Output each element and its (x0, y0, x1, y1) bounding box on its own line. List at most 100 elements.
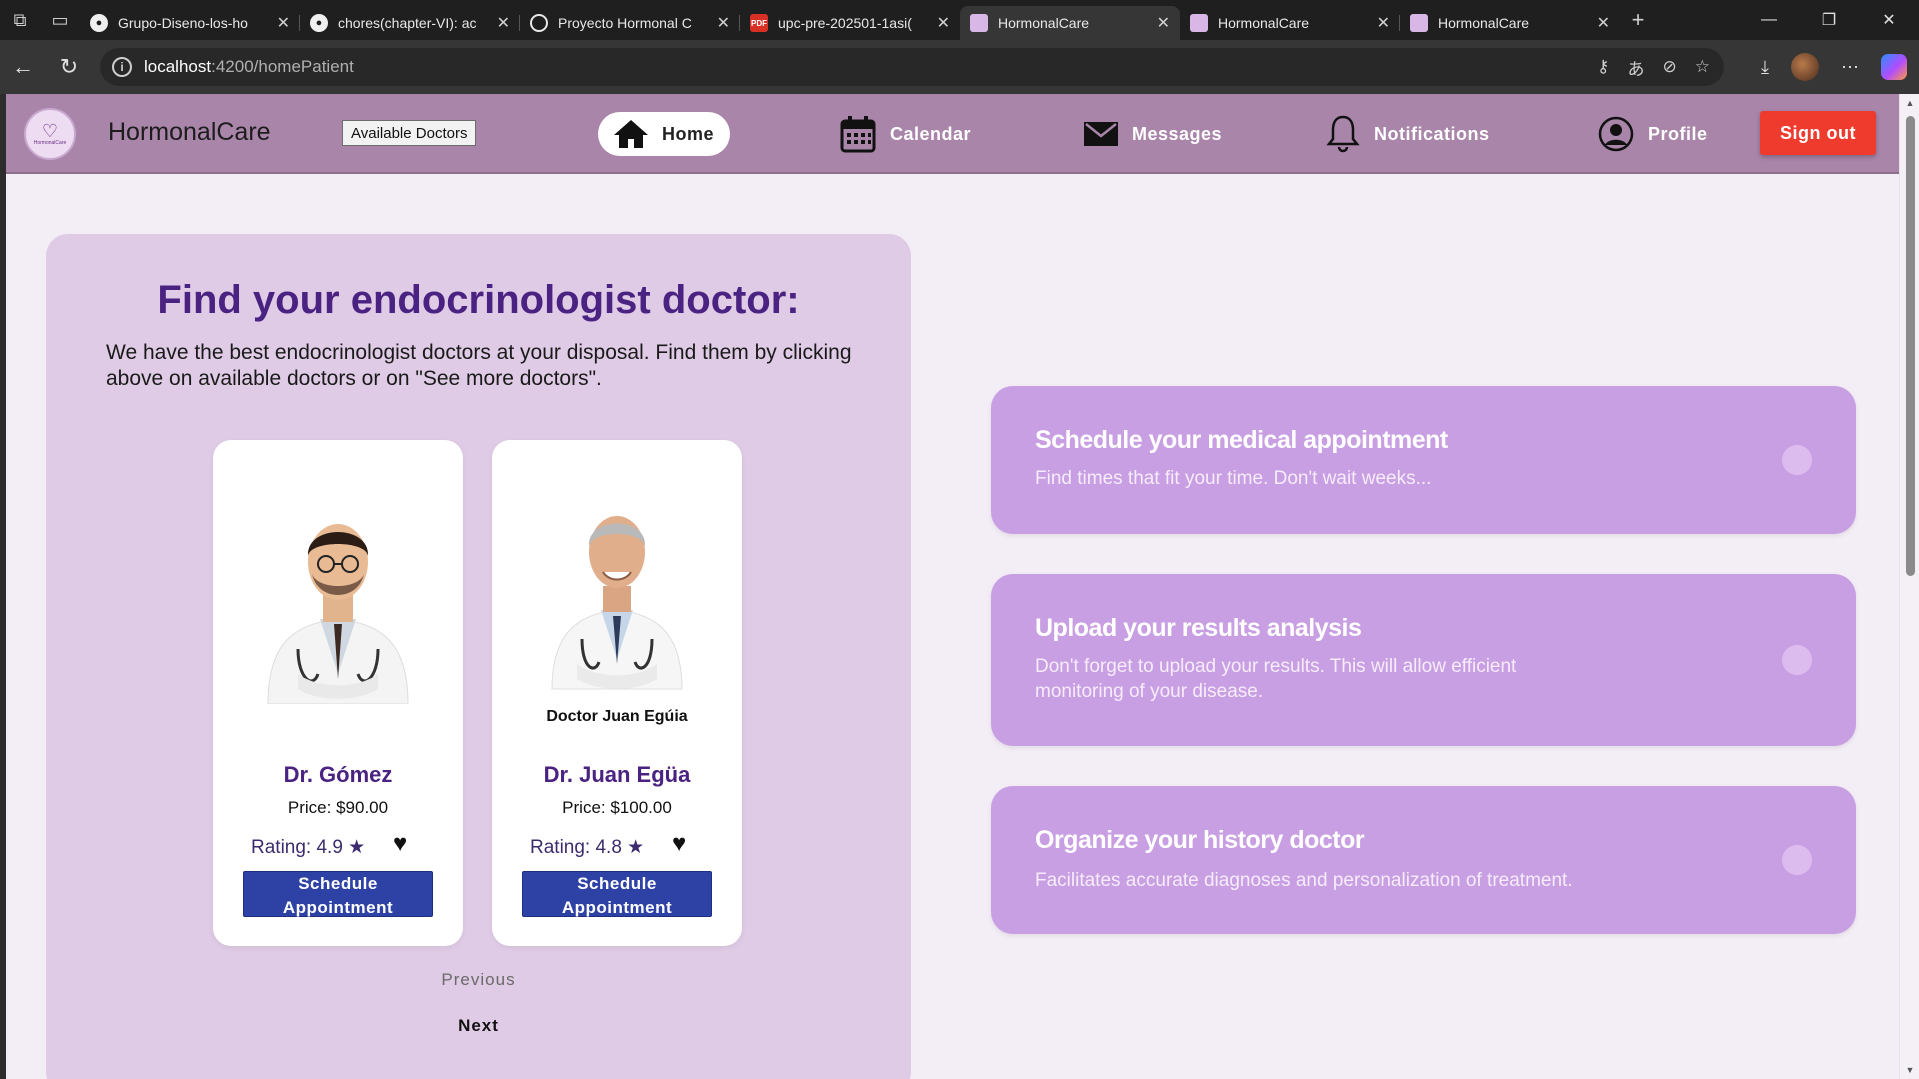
browser-tab[interactable]: HormonalCare ✕ (1400, 6, 1620, 40)
hormonalcare-logo[interactable]: ♡ HormonalCare (24, 108, 76, 160)
available-doctors-button[interactable]: Available Doctors (342, 120, 477, 146)
doctor-price: Price: $90.00 (287, 798, 389, 817)
feature-description: Find times that fit your time. Don't wai… (1035, 468, 1432, 489)
tracking-prevention-icon[interactable]: ⊘ (1663, 57, 1677, 77)
doctor-name: Dr. Gómez (283, 762, 393, 787)
minimize-icon[interactable]: — (1739, 0, 1799, 40)
more-menu-icon[interactable]: ⋯ (1841, 57, 1859, 78)
reload-icon[interactable]: ↻ (46, 47, 92, 87)
browser-tab[interactable]: PDF upc-pre-202501-1asi( ✕ (740, 6, 960, 40)
finder-title: Find your endocrinologist doctor: (157, 278, 800, 322)
radio-indicator-icon[interactable] (1782, 645, 1812, 675)
close-icon[interactable]: ✕ (277, 13, 290, 33)
address-bar[interactable]: i localhost:4200/homePatient ⚷ あ ⊘ ☆ (100, 48, 1724, 86)
feature-description: Facilitates accurate diagnoses and perso… (1035, 870, 1573, 891)
calendar-icon (840, 116, 876, 153)
workspaces-icon[interactable]: ⧉ (0, 0, 40, 40)
doctor-photo (267, 524, 409, 704)
restore-icon[interactable]: ❐ (1799, 0, 1859, 40)
browser-tab[interactable]: ● chores(chapter-VI): ac ✕ (300, 6, 520, 40)
github-icon: ● (90, 14, 108, 32)
key-icon[interactable]: ⚷ (1597, 57, 1609, 77)
sign-out-button[interactable]: Sign out (1760, 111, 1876, 155)
browser-tab[interactable]: Proyecto Hormonal C ✕ (520, 6, 740, 40)
previous-button[interactable]: Previous (46, 970, 911, 990)
doctor-caption: Doctor Juan Egúia (546, 708, 688, 725)
url-text: localhost:4200/homePatient (144, 57, 354, 76)
brand-name: HormonalCare (108, 118, 271, 146)
tab-title: HormonalCare (1218, 15, 1310, 31)
doctor-price: Price: $100.00 (562, 798, 672, 817)
tab-title: Proyecto Hormonal C (558, 15, 692, 31)
doctor-card: Doctor Juan Egúia Dr. Juan Egüa Price: $… (492, 440, 742, 946)
browser-tab[interactable]: HormonalCare ✕ (1180, 6, 1400, 40)
browser-toolbar: ← ↻ i localhost:4200/homePatient ⚷ あ ⊘ ☆… (0, 40, 1919, 94)
nav-notifications-label: Notifications (1374, 123, 1490, 144)
feature-card-schedule[interactable]: Schedule your medical appointment Find t… (991, 386, 1856, 534)
page-scrollbar[interactable]: ▲ ▼ (1899, 94, 1919, 1079)
tab-title: HormonalCare (998, 15, 1090, 31)
nav-profile-label: Profile (1648, 123, 1708, 144)
feature-card-upload[interactable]: Upload your results analysis Don't forge… (991, 574, 1856, 746)
scroll-thumb[interactable] (1906, 116, 1915, 576)
bell-icon (1326, 115, 1360, 153)
profile-avatar[interactable] (1791, 53, 1819, 81)
finder-description: We have the best endocrinologist doctors… (106, 341, 852, 390)
tab-title: HormonalCare (1438, 15, 1530, 31)
vertical-tabs-icon[interactable]: ▭ (40, 0, 80, 40)
close-icon[interactable]: ✕ (1157, 13, 1170, 33)
close-icon[interactable]: ✕ (937, 13, 950, 33)
radio-indicator-icon[interactable] (1782, 445, 1812, 475)
browser-tab-active[interactable]: HormonalCare ✕ (960, 6, 1180, 40)
app-header: ♡ HormonalCare HormonalCare Available Do… (6, 94, 1899, 174)
user-circle-icon (1598, 116, 1634, 152)
feature-description: Don't forget to upload your results. Thi… (1035, 656, 1517, 702)
close-icon[interactable]: ✕ (1597, 13, 1610, 33)
openai-icon (530, 14, 548, 32)
favorite-heart-icon[interactable]: ♥ (672, 830, 686, 858)
close-icon[interactable]: ✕ (497, 13, 510, 33)
tab-title: Grupo-Diseno-los-ho (118, 15, 248, 31)
translate-icon[interactable]: あ (1628, 55, 1645, 80)
site-info-icon[interactable]: i (112, 57, 132, 77)
pdf-icon: PDF (750, 14, 768, 32)
nav-calendar[interactable]: Calendar (840, 110, 971, 158)
nav-profile[interactable]: Profile (1598, 110, 1708, 158)
close-icon[interactable]: ✕ (1377, 13, 1390, 33)
nav-home-label: Home (662, 123, 715, 144)
nav-messages-label: Messages (1132, 123, 1223, 144)
browser-tab[interactable]: ● Grupo-Diseno-los-ho ✕ (80, 6, 300, 40)
doctor-photo (551, 516, 683, 690)
scroll-down-icon[interactable]: ▼ (1904, 1065, 1916, 1075)
home-icon (614, 120, 648, 148)
feature-card-history[interactable]: Organize your history doctor Facilitates… (991, 786, 1856, 934)
next-button[interactable]: Next (46, 1016, 911, 1036)
window-close-icon[interactable]: ✕ (1859, 0, 1919, 40)
scroll-up-icon[interactable]: ▲ (1904, 98, 1916, 108)
radio-indicator-icon[interactable] (1782, 845, 1812, 875)
nav-home[interactable]: Home (598, 112, 731, 156)
tab-title: chores(chapter-VI): ac (338, 15, 477, 31)
favorite-heart-icon[interactable]: ♥ (393, 830, 407, 858)
close-icon[interactable]: ✕ (717, 13, 730, 33)
downloads-icon[interactable]: ⤓ (1761, 57, 1769, 78)
browser-tab-strip: ⧉ ▭ ● Grupo-Diseno-los-ho ✕ ● chores(cha… (0, 0, 1919, 40)
schedule-appointment-button[interactable]: Schedule Appointment (522, 871, 712, 917)
feature-title: Organize your history doctor (1035, 826, 1365, 854)
hormonalcare-icon (1410, 14, 1428, 32)
favorite-star-icon[interactable]: ☆ (1695, 57, 1710, 77)
back-icon[interactable]: ← (0, 47, 46, 87)
tab-title: upc-pre-202501-1asi( (778, 15, 912, 31)
new-tab-icon[interactable]: + (1620, 0, 1656, 40)
copilot-icon[interactable] (1881, 54, 1907, 80)
feature-title: Upload your results analysis (1035, 614, 1362, 642)
envelope-icon (1084, 122, 1118, 146)
feature-title: Schedule your medical appointment (1035, 426, 1448, 454)
nav-messages[interactable]: Messages (1084, 110, 1222, 158)
doctor-finder-panel: Find your endocrinologist doctor: We hav… (46, 234, 911, 1079)
hormonalcare-icon (970, 14, 988, 32)
nav-calendar-label: Calendar (890, 123, 972, 144)
github-icon: ● (310, 14, 328, 32)
schedule-appointment-button[interactable]: Schedule Appointment (243, 871, 433, 917)
nav-notifications[interactable]: Notifications (1326, 110, 1490, 158)
